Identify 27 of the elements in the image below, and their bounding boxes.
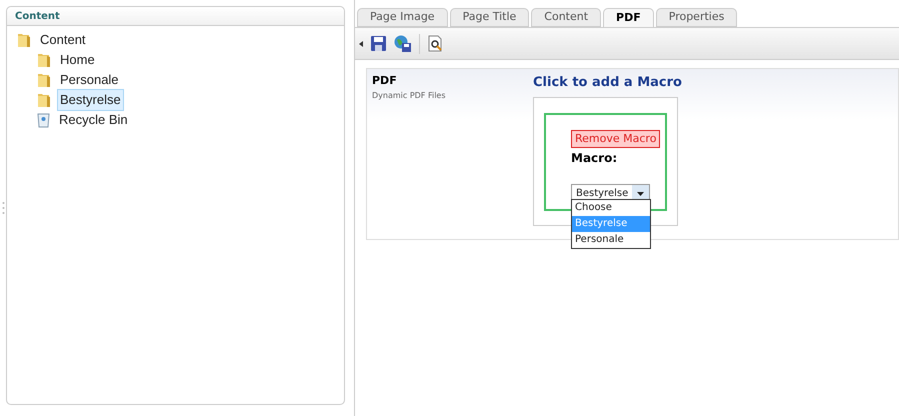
globe-save-icon[interactable] <box>394 35 411 52</box>
dropdown-option[interactable]: Choose <box>572 200 650 216</box>
tree-item[interactable]: Bestyrelse <box>57 89 124 111</box>
macro-label: Macro: <box>571 150 618 166</box>
tab[interactable]: Page Title <box>450 8 530 27</box>
tab[interactable]: Content <box>531 8 602 27</box>
property-description: Dynamic PDF Files <box>372 90 447 102</box>
tree-item[interactable]: Home <box>57 49 98 71</box>
tab[interactable]: Properties <box>656 8 738 27</box>
folder-icon <box>37 52 51 68</box>
tab[interactable]: PDF <box>603 8 654 27</box>
tree-item[interactable]: Personale <box>57 69 122 91</box>
panel-title: Content <box>15 10 60 24</box>
folder-icon <box>17 32 31 48</box>
save-icon[interactable] <box>371 36 386 51</box>
folder-icon <box>37 92 51 108</box>
preview-icon[interactable] <box>428 35 443 52</box>
trash-icon <box>37 112 50 128</box>
dropdown-option[interactable]: Personale <box>572 232 650 248</box>
tab[interactable]: Page Image <box>357 8 448 27</box>
property-name: PDF <box>372 73 398 89</box>
add-macro-link[interactable]: Click to add a Macro <box>533 73 682 92</box>
splitter-grip-icon[interactable] <box>2 201 4 215</box>
tree-item[interactable]: Content <box>37 29 89 51</box>
caret-icon[interactable] <box>359 40 363 46</box>
tree-item[interactable]: Recycle Bin <box>56 109 131 131</box>
folder-icon <box>37 72 51 88</box>
